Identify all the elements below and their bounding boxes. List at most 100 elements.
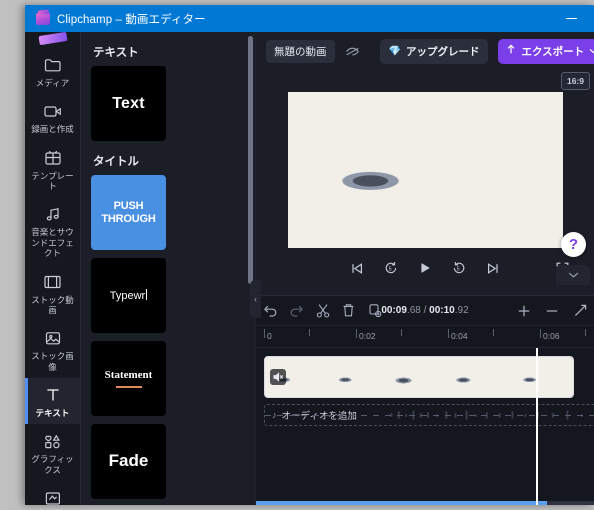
question-mark-icon: ?: [568, 236, 579, 253]
export-button[interactable]: エクスポート: [498, 38, 594, 64]
help-button[interactable]: ?: [561, 232, 586, 257]
sidebar-item-record[interactable]: 録画と作成: [25, 94, 80, 140]
timeline-toolbar: 00:09.68 / 00:10.92: [256, 296, 594, 326]
stock-image-icon: [43, 328, 63, 348]
library-scroll-area[interactable]: テキスト Text タイトル PUSH THROUGH Typewr State…: [81, 32, 255, 505]
title-card-push-through[interactable]: PUSH THROUGH: [91, 175, 166, 250]
record-camera-icon: [43, 101, 63, 121]
upload-arrow-icon: [506, 44, 516, 58]
sidebar-item-graphics[interactable]: グラフィックス: [25, 424, 80, 481]
forward-5s-icon[interactable]: 5: [451, 260, 467, 276]
clip-thumbnail-frame: [511, 357, 573, 397]
playback-controls: 5 5: [288, 260, 569, 276]
clip-thumbnail-frame: [449, 357, 512, 397]
text-T-icon: [43, 385, 63, 405]
timeline-ruler[interactable]: 0 0:02 0:04 0:06 0:08: [256, 326, 594, 348]
clipchamp-window: Clipchamp – 動画エディター メディア 録画と作成 テンプレート 音楽…: [25, 5, 594, 505]
text-card-plain[interactable]: Text: [91, 66, 166, 141]
card-label: Fade: [108, 451, 149, 471]
sidebar: メディア 録画と作成 テンプレート 音楽とサウンドエフェクト ストック動画 スト…: [25, 32, 81, 505]
speaker-mute-icon[interactable]: [270, 369, 286, 385]
sidebar-item-label: 音楽とサウンドエフェクト: [31, 227, 74, 259]
sidebar-item-label: テキスト: [35, 407, 70, 418]
sidebar-item-stock-video[interactable]: ストック動画: [25, 265, 80, 322]
sidebar-item-audio[interactable]: 音楽とサウンドエフェクト: [25, 197, 80, 264]
ruler-label: 0:06: [543, 331, 560, 341]
graphics-shapes-icon: [43, 431, 63, 451]
sidebar-item-stock-image[interactable]: ストック画像: [25, 321, 80, 378]
timeline: 00:09.68 / 00:10.92 0 0:02 0:04 0:06 オーデ…: [256, 295, 594, 505]
ruler-label: 0: [267, 331, 272, 341]
timeline-tracks[interactable]: ♪ オーディオを追加: [256, 348, 594, 505]
sidebar-item-label: メディア: [35, 78, 70, 88]
title-card-typewriter[interactable]: Typewr: [91, 258, 166, 333]
sidebar-item-transitions[interactable]: 切り替え: [25, 481, 80, 505]
total-time: 00:10: [429, 305, 455, 316]
waveform-graphic: [390, 410, 583, 420]
templates-grid-icon: [43, 148, 63, 168]
video-preview-stage[interactable]: [287, 92, 563, 248]
sidebar-item-label: グラフィックス: [31, 454, 74, 475]
skip-end-icon[interactable]: [485, 260, 501, 276]
chevron-down-icon: [589, 45, 594, 57]
main-area: 無題の動画 💎 アップグレード エクスポート 16:9 5 5 ? 00:09.…: [256, 32, 594, 505]
plus-icon[interactable]: [516, 303, 532, 319]
video-frame-image: [287, 92, 563, 248]
window-body: メディア 録画と作成 テンプレート 音楽とサウンドエフェクト ストック動画 スト…: [25, 32, 594, 505]
card-label: Statement: [104, 368, 153, 381]
project-name-field[interactable]: 無題の動画: [266, 39, 335, 63]
current-time: 00:09: [381, 305, 407, 316]
expand-diagonal-icon[interactable]: [572, 303, 588, 319]
aspect-ratio-badge[interactable]: 16:9: [560, 72, 590, 90]
timecode-separator: /: [420, 305, 430, 316]
table-row[interactable]: [264, 356, 574, 398]
media-folder-icon: [43, 55, 63, 75]
editor-toolbar: 無題の動画 💎 アップグレード エクスポート: [256, 32, 594, 70]
export-label: エクスポート: [521, 45, 585, 58]
rewind-5s-icon[interactable]: 5: [383, 260, 399, 276]
music-note-icon: [43, 204, 63, 224]
sidebar-item-templates[interactable]: テンプレート: [25, 141, 80, 198]
ruler-label: 0:02: [359, 331, 376, 341]
card-label: Typewr: [109, 289, 146, 302]
delete-trash-icon[interactable]: [340, 302, 357, 319]
timeline-playhead[interactable]: [536, 348, 538, 505]
clip-thumbnail-frame: [388, 357, 450, 397]
eye-off-icon[interactable]: [345, 42, 360, 60]
ruler-label: 0:04: [451, 331, 468, 341]
stock-video-icon: [43, 272, 63, 292]
panel-expand-toggle[interactable]: [556, 265, 590, 285]
split-scissors-icon[interactable]: [314, 302, 331, 319]
title-card-grid: PUSH THROUGH Typewr Statement Fade: [91, 175, 245, 505]
library-section-text-heading: テキスト: [93, 47, 139, 59]
timeline-zoom-group: [516, 303, 588, 319]
play-icon[interactable]: [417, 260, 433, 276]
library-section-title-heading: タイトル: [93, 156, 139, 168]
duplicate-icon[interactable]: [366, 302, 383, 319]
upgrade-button[interactable]: 💎 アップグレード: [379, 38, 489, 64]
window-title: Clipchamp – 動画エディター: [57, 13, 206, 26]
chevron-left-icon: ‹: [254, 294, 257, 304]
chevron-down-icon: [568, 270, 579, 280]
timeline-tool-group: [262, 302, 383, 319]
text-caret-icon: [146, 288, 148, 300]
timeline-horizontal-scrollbar[interactable]: [256, 501, 594, 505]
card-label: PUSH THROUGH: [101, 200, 156, 225]
add-audio-track[interactable]: ♪ オーディオを追加: [264, 404, 594, 426]
svg-text:5: 5: [457, 266, 460, 272]
title-card-fade[interactable]: Fade: [91, 424, 166, 499]
clip-thumbnail-frame: [326, 357, 389, 397]
svg-text:5: 5: [389, 266, 392, 272]
underline-accent: [115, 386, 142, 389]
panel-collapse-handle[interactable]: ‹: [250, 280, 261, 318]
minimize-button[interactable]: [548, 5, 594, 32]
redo-icon[interactable]: [288, 302, 305, 319]
sidebar-item-media[interactable]: メディア: [25, 48, 80, 94]
sidebar-item-text[interactable]: テキスト: [25, 377, 80, 425]
minus-icon[interactable]: [544, 303, 560, 319]
undo-icon[interactable]: [262, 302, 279, 319]
skip-start-icon[interactable]: [349, 260, 365, 276]
library-scrollbar[interactable]: [248, 36, 253, 284]
current-time-frac: .68: [406, 305, 421, 316]
title-card-statement[interactable]: Statement: [91, 341, 166, 416]
